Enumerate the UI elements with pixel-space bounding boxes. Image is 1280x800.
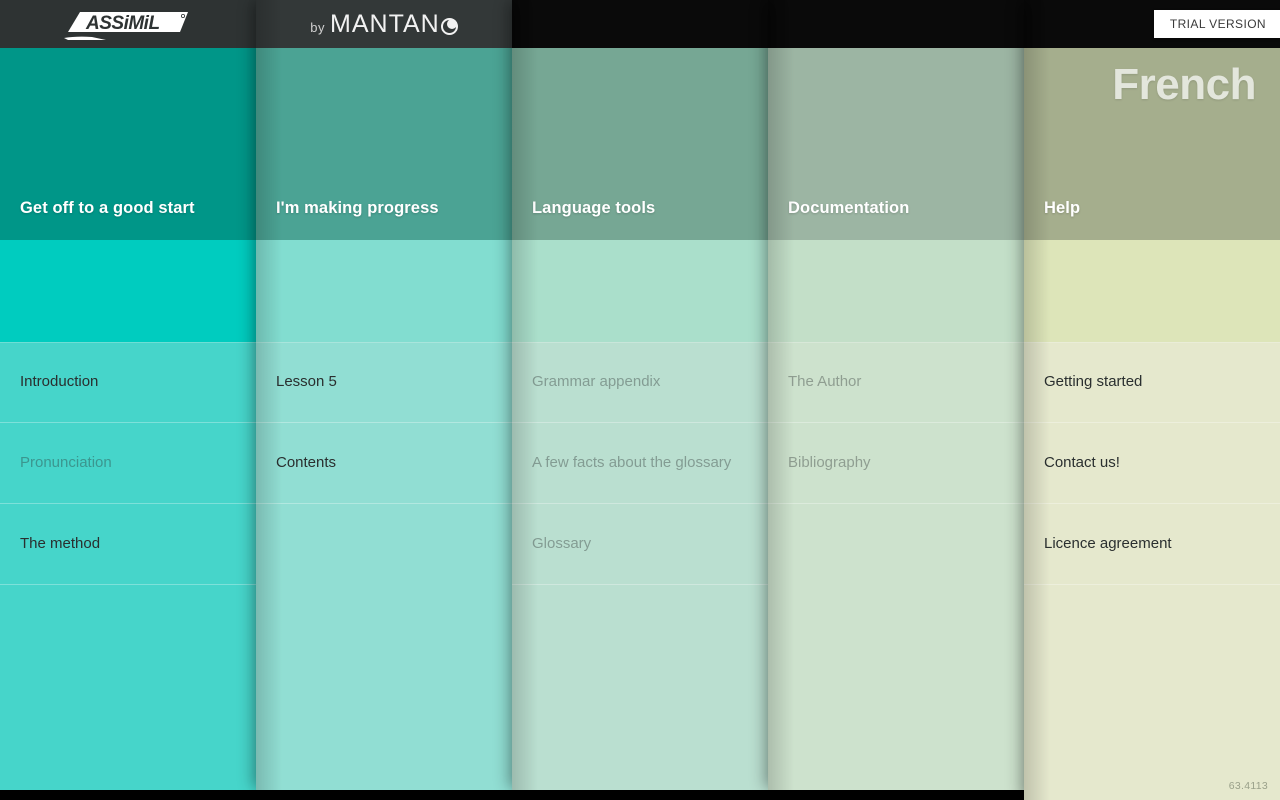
column-header-1: Get off to a good start xyxy=(0,48,256,240)
column-header-4: Documentation xyxy=(768,48,1024,240)
list-item-label: Lesson 5 xyxy=(276,373,337,390)
column-language-tools[interactable]: Language tools Grammar appendix A few fa… xyxy=(512,0,768,790)
assimil-logo-icon: ASSiMiL xyxy=(62,6,196,42)
mantano-wordmark: MANTAN xyxy=(330,9,440,38)
column-band-1 xyxy=(0,240,256,342)
column-documentation[interactable]: Documentation The Author Bibliography xyxy=(768,0,1024,790)
column-title-5: Help xyxy=(1044,199,1081,217)
column-title-4: Documentation xyxy=(788,199,910,217)
column-list-2: Lesson 5 Contents xyxy=(256,342,512,504)
column-title-1: Get off to a good start xyxy=(20,199,195,217)
version-label: 63.4113 xyxy=(1228,780,1268,792)
mantano-ring-icon xyxy=(440,17,458,35)
list-item[interactable]: Grammar appendix xyxy=(512,342,768,423)
column-list-1: Introduction Pronunciation The method xyxy=(0,342,256,585)
list-item[interactable]: Contents xyxy=(256,423,512,504)
column-im-making-progress[interactable]: I'm making progress Lesson 5 Contents by… xyxy=(256,0,512,790)
column-title-2: I'm making progress xyxy=(276,199,439,217)
column-header-2: I'm making progress xyxy=(256,48,512,240)
column-band-4 xyxy=(768,240,1024,342)
column-body-5: Getting started Contact us! Licence agre… xyxy=(1024,342,1280,800)
list-item[interactable]: Contact us! xyxy=(1024,423,1280,504)
column-band-3 xyxy=(512,240,768,342)
list-item[interactable]: The Author xyxy=(768,342,1024,423)
list-item[interactable]: Bibliography xyxy=(768,423,1024,504)
column-list-5: Getting started Contact us! Licence agre… xyxy=(1024,342,1280,585)
column-list-4: The Author Bibliography xyxy=(768,342,1024,504)
column-band-5 xyxy=(1024,240,1280,342)
list-item-label: Introduction xyxy=(20,373,99,390)
column-title-3: Language tools xyxy=(532,199,656,217)
column-band-2 xyxy=(256,240,512,342)
trial-version-badge[interactable]: TRIAL VERSION xyxy=(1153,10,1280,38)
column-body-1: Introduction Pronunciation The method xyxy=(0,342,256,790)
list-item-label: Contact us! xyxy=(1044,454,1120,471)
column-get-off-to-a-good-start[interactable]: Get off to a good start Introduction Pro… xyxy=(0,0,256,790)
list-item-label: Grammar appendix xyxy=(532,373,661,390)
list-item-label: The method xyxy=(20,535,101,552)
column-header-3: Language tools xyxy=(512,48,768,240)
list-item[interactable]: Introduction xyxy=(0,342,256,423)
list-item-label: Licence agreement xyxy=(1044,535,1172,552)
column-body-4: The Author Bibliography xyxy=(768,342,1024,790)
list-item-label: The Author xyxy=(788,373,862,390)
svg-text:ASSiMiL: ASSiMiL xyxy=(85,13,160,34)
list-item-label: Bibliography xyxy=(788,454,871,471)
column-body-2: Lesson 5 Contents xyxy=(256,342,512,790)
list-item[interactable]: Glossary xyxy=(512,504,768,585)
brand-banner-assimil: ASSiMiL xyxy=(0,0,256,48)
column-body-3: Grammar appendix A few facts about the g… xyxy=(512,342,768,790)
column-list-3: Grammar appendix A few facts about the g… xyxy=(512,342,768,585)
list-item[interactable]: The method xyxy=(0,504,256,585)
list-item[interactable]: Lesson 5 xyxy=(256,342,512,423)
brand-banner-mantano: by MANTAN xyxy=(256,0,512,48)
mantano-by-label: by xyxy=(310,19,326,35)
page-title: French xyxy=(1112,60,1256,109)
column-help[interactable]: Help Getting started Contact us! Licence… xyxy=(1024,0,1280,800)
list-item[interactable]: Getting started xyxy=(1024,342,1280,423)
list-item[interactable]: Licence agreement xyxy=(1024,504,1280,585)
list-item-label: Getting started xyxy=(1044,373,1143,390)
list-item[interactable]: Pronunciation xyxy=(0,423,256,504)
list-item-label: Contents xyxy=(276,454,337,471)
bottom-strip xyxy=(0,790,1024,800)
mantano-logo-icon: by MANTAN xyxy=(256,0,512,48)
list-item[interactable]: A few facts about the glossary xyxy=(512,423,768,504)
list-item-label: Glossary xyxy=(532,535,592,552)
list-item-label: A few facts about the glossary xyxy=(532,454,732,471)
list-item-label: Pronunciation xyxy=(20,454,112,471)
app-root: Get off to a good start Introduction Pro… xyxy=(0,0,1280,800)
